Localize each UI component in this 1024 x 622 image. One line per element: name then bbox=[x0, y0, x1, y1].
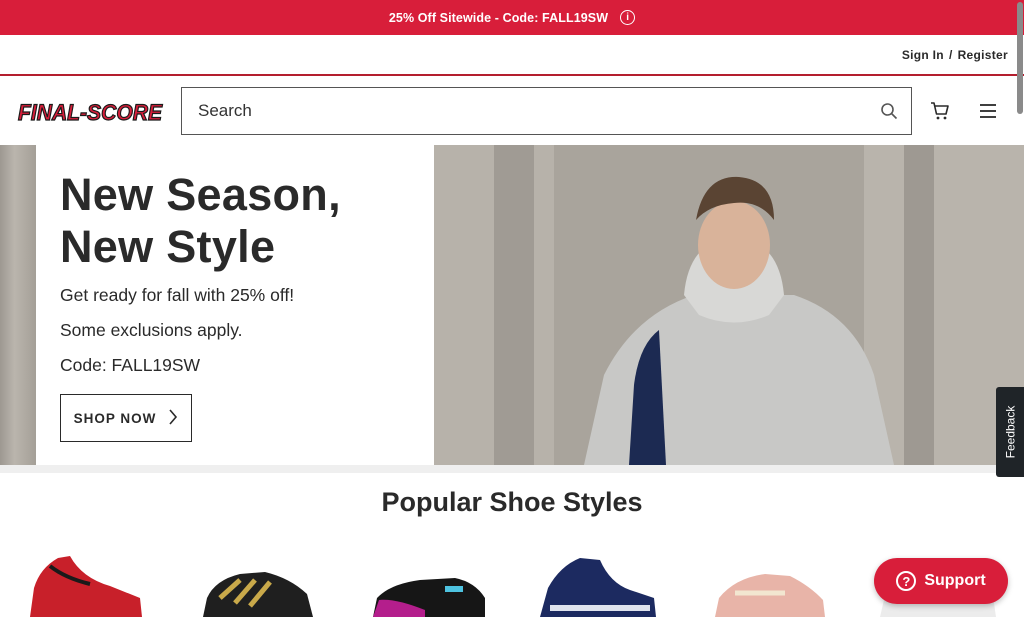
shop-now-button[interactable]: SHOP NOW bbox=[60, 394, 192, 442]
final-score-logo[interactable]: FINAL-SCORE bbox=[16, 97, 166, 126]
shoe-carousel bbox=[0, 548, 1024, 617]
hero-banner: New Season, New Style Get ready for fall… bbox=[0, 145, 1024, 465]
cart-icon[interactable] bbox=[926, 98, 954, 124]
shoe-card-pink-runner[interactable] bbox=[705, 548, 845, 617]
help-icon: ? bbox=[896, 571, 917, 591]
support-button[interactable]: ? Support bbox=[874, 558, 1008, 604]
hero-title-line1: New Season, bbox=[60, 169, 341, 220]
search-icon[interactable] bbox=[867, 88, 911, 134]
promo-text[interactable]: 25% Off Sitewide - Code: FALL19SW bbox=[389, 11, 608, 25]
scrollbar-thumb[interactable] bbox=[1017, 2, 1023, 114]
hero-model-photo bbox=[434, 145, 1024, 465]
hero-line-offer: Get ready for fall with 25% off! bbox=[60, 285, 295, 305]
shoe-card-red-high-top[interactable] bbox=[20, 548, 160, 617]
hero-side-image bbox=[0, 145, 36, 465]
chevron-right-icon bbox=[168, 408, 178, 428]
site-header: FINAL-SCORE Search bbox=[0, 76, 1024, 145]
shoe-card-black-purple[interactable] bbox=[365, 548, 505, 617]
hero-text-panel: New Season, New Style Get ready for fall… bbox=[36, 145, 434, 465]
page-scrollbar[interactable] bbox=[1016, 0, 1024, 617]
info-icon[interactable]: i bbox=[620, 10, 636, 25]
hero-line-exclusions: Some exclusions apply. bbox=[60, 320, 243, 340]
hamburger-menu-icon[interactable] bbox=[974, 98, 1002, 124]
shop-now-label: SHOP NOW bbox=[73, 410, 157, 426]
feedback-label: Feedback bbox=[1003, 405, 1018, 459]
register-link[interactable]: Register bbox=[958, 48, 1008, 62]
hero-title: New Season, New Style bbox=[60, 169, 341, 273]
sign-in-link[interactable]: Sign In bbox=[902, 48, 944, 62]
separator: / bbox=[948, 47, 953, 62]
hero-title-line2: New Style bbox=[60, 221, 276, 272]
promo-banner[interactable]: 25% Off Sitewide - Code: FALL19SW i bbox=[0, 0, 1024, 35]
shoe-card-black-gold[interactable] bbox=[195, 548, 335, 617]
section-divider bbox=[0, 465, 1024, 473]
search-input[interactable]: Search bbox=[198, 101, 867, 121]
shoe-card-navy-high-top[interactable] bbox=[530, 548, 670, 617]
support-label: Support bbox=[924, 572, 986, 589]
hero-line-code: Code: FALL19SW bbox=[60, 355, 201, 375]
utility-bar: Sign In / Register bbox=[0, 35, 1024, 76]
svg-text:FINAL-SCORE: FINAL-SCORE bbox=[18, 100, 163, 125]
popular-shoe-styles-title: Popular Shoe Styles bbox=[381, 487, 643, 517]
search-box[interactable]: Search bbox=[181, 87, 912, 135]
